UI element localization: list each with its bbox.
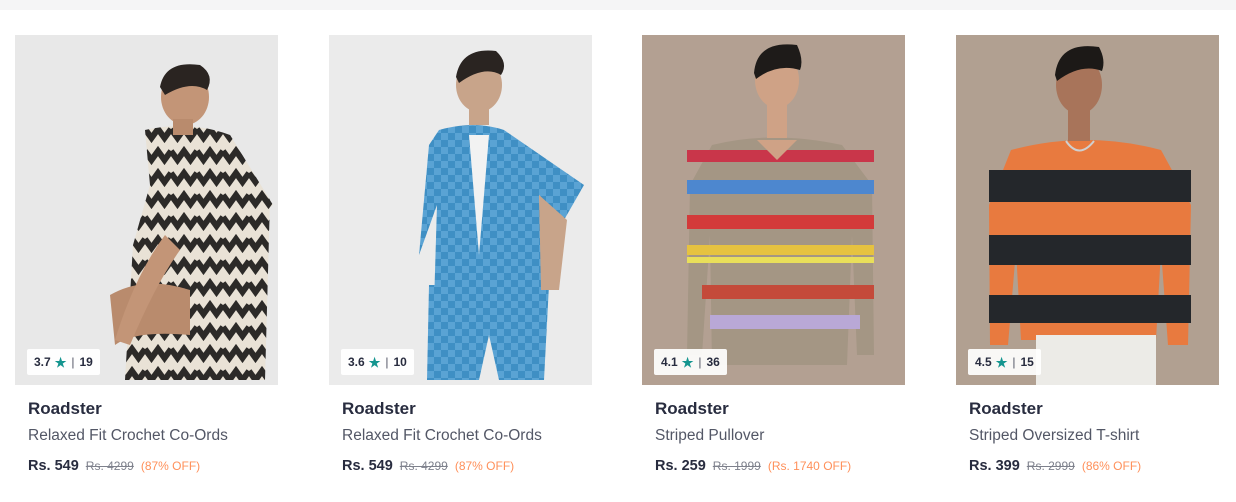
product-brand: Roadster	[969, 399, 1043, 418]
product-discount: (86% OFF)	[1081, 459, 1142, 473]
product-mrp: Rs. 1999	[712, 459, 761, 473]
price-row: Rs. 549 Rs. 4299 (87% OFF)	[28, 458, 200, 474]
rating-separator: |	[385, 355, 389, 369]
rating-badge: 4.5 ★ | 15	[968, 349, 1041, 375]
product-brand: Roadster	[28, 399, 102, 418]
product-grid: 3.7 ★ | 19 Roadster Relaxed Fit Crochet …	[15, 35, 1225, 495]
product-image[interactable]: 3.7 ★ | 19	[15, 35, 278, 385]
rating-value: 4.5	[975, 355, 992, 369]
rating-badge: 3.6 ★ | 10	[341, 349, 414, 375]
rating-count: 36	[706, 355, 720, 369]
product-discount: (Rs. 1740 OFF)	[767, 459, 852, 473]
rating-count: 10	[393, 355, 407, 369]
product-name: Relaxed Fit Crochet Co-Ords	[28, 427, 228, 444]
product-brand: Roadster	[655, 399, 729, 418]
rating-badge: 3.7 ★ | 19	[27, 349, 100, 375]
price-row: Rs. 549 Rs. 4299 (87% OFF)	[342, 458, 514, 474]
rating-value: 3.6	[348, 355, 365, 369]
product-image[interactable]: 3.6 ★ | 10	[329, 35, 592, 385]
star-icon: ★	[995, 354, 1008, 370]
star-icon: ★	[368, 354, 381, 370]
product-price: Rs. 549	[28, 458, 79, 474]
product-price: Rs. 399	[969, 458, 1020, 474]
rating-value: 3.7	[34, 355, 51, 369]
product-name: Striped Oversized T-shirt	[969, 427, 1140, 444]
rating-count: 19	[79, 355, 93, 369]
product-price: Rs. 259	[655, 458, 706, 474]
price-row: Rs. 399 Rs. 2999 (86% OFF)	[969, 458, 1141, 474]
product-card[interactable]: 4.5 ★ | 15 Roadster Striped Oversized T-…	[956, 35, 1219, 495]
star-icon: ★	[681, 354, 694, 370]
top-bar	[0, 0, 1236, 10]
product-image[interactable]: 4.5 ★ | 15	[956, 35, 1219, 385]
product-mrp: Rs. 4299	[85, 459, 134, 473]
rating-value: 4.1	[661, 355, 678, 369]
rating-separator: |	[71, 355, 75, 369]
product-name: Striped Pullover	[655, 427, 765, 444]
rating-count: 15	[1020, 355, 1034, 369]
star-icon: ★	[54, 354, 67, 370]
price-row: Rs. 259 Rs. 1999 (Rs. 1740 OFF)	[655, 458, 851, 474]
product-name: Relaxed Fit Crochet Co-Ords	[342, 427, 542, 444]
rating-badge: 4.1 ★ | 36	[654, 349, 727, 375]
product-card[interactable]: 3.7 ★ | 19 Roadster Relaxed Fit Crochet …	[15, 35, 278, 495]
product-price: Rs. 549	[342, 458, 393, 474]
product-image[interactable]: 4.1 ★ | 36	[642, 35, 905, 385]
product-mrp: Rs. 2999	[1026, 459, 1075, 473]
rating-separator: |	[698, 355, 702, 369]
product-discount: (87% OFF)	[140, 459, 201, 473]
product-mrp: Rs. 4299	[399, 459, 448, 473]
product-card[interactable]: 4.1 ★ | 36 Roadster Striped Pullover Rs.…	[642, 35, 905, 495]
rating-separator: |	[1012, 355, 1016, 369]
product-card[interactable]: 3.6 ★ | 10 Roadster Relaxed Fit Crochet …	[329, 35, 592, 495]
product-discount: (87% OFF)	[454, 459, 515, 473]
product-brand: Roadster	[342, 399, 416, 418]
